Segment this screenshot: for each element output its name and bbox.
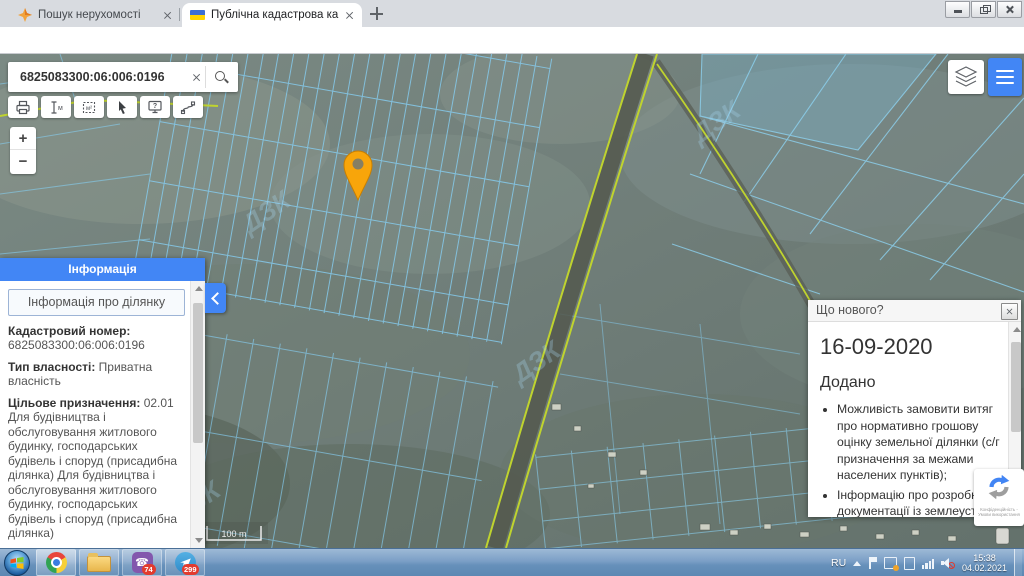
folder-icon (87, 556, 111, 572)
whats-new-subtitle: Додано (820, 374, 1004, 392)
field-ownership-type: Тип власності: Приватна власність (8, 360, 185, 389)
viber-badge: 74 (142, 564, 156, 575)
field-cadastral-number: Кадастровий номер:6825083300:06:006:0196 (8, 324, 185, 353)
help-monitor-icon: ? (147, 99, 163, 115)
measure-length-button[interactable]: м (41, 96, 71, 118)
tab-cadastral-map-active[interactable]: Публічна кадастрова карта Укр (182, 3, 362, 27)
tab2-close-icon[interactable] (345, 11, 354, 20)
parcel-info-section-button[interactable]: Інформація про ділянку (8, 289, 185, 316)
search-input[interactable] (18, 69, 190, 85)
help-tool-button[interactable]: ? (140, 96, 170, 118)
new-tab-button[interactable] (370, 7, 383, 20)
whats-new-close-button[interactable] (1001, 303, 1018, 320)
help-mark-label: ? (153, 103, 157, 110)
recaptcha-badge[interactable]: Конфіденційність - Умови використання (974, 469, 1024, 526)
browser-tab-strip: Пошук нерухомості Публічна кадастрова ка… (0, 0, 1024, 27)
window-controls (944, 1, 1022, 18)
chevron-left-icon (211, 292, 224, 305)
show-hidden-icons-icon[interactable] (853, 561, 861, 566)
taskbar-telegram-button[interactable]: 299 (165, 549, 205, 576)
clock-time: 15:38 (962, 553, 1007, 564)
tab-separator (179, 8, 180, 21)
layers-button[interactable] (948, 60, 984, 94)
restore-button[interactable] (971, 1, 996, 18)
cursor-tool-button[interactable] (107, 96, 137, 118)
panel-collapse-button[interactable] (205, 283, 226, 313)
measure-area-button[interactable]: м² (74, 96, 104, 118)
chrome-icon (46, 552, 67, 573)
language-indicator[interactable]: RU (831, 557, 846, 569)
telegram-icon: 299 (175, 552, 196, 573)
tab1-close-icon[interactable] (163, 11, 172, 20)
measure-area-icon: м² (81, 100, 97, 115)
measure-length-icon: м (48, 100, 64, 115)
search-clear-icon[interactable] (192, 73, 201, 82)
scale-bar: 100 m (202, 522, 268, 544)
viber-icon: ☎74 (132, 552, 153, 573)
info-panel-scrollbar[interactable] (190, 281, 205, 548)
close-icon (1006, 308, 1013, 315)
tab2-label: Публічна кадастрова карта Укр (211, 9, 339, 21)
scroll-thumb[interactable] (193, 303, 203, 443)
scroll-up-icon[interactable] (1013, 327, 1021, 332)
action-center-flag-icon[interactable] (868, 557, 877, 569)
taskbar-chrome-button[interactable] (36, 549, 76, 576)
scale-label: 100 m (221, 529, 246, 539)
start-button[interactable] (4, 550, 30, 576)
show-desktop-button[interactable] (1014, 549, 1022, 576)
search-icon (214, 70, 228, 84)
taskbar-viber-button[interactable]: ☎74 (122, 549, 162, 576)
map-menu-button[interactable] (988, 58, 1022, 96)
network-icon[interactable] (922, 558, 934, 569)
restore-icon (980, 7, 988, 14)
close-button[interactable] (997, 1, 1022, 18)
recaptcha-terms[interactable]: Умови використання (975, 513, 1023, 518)
taskbar-explorer-button[interactable] (79, 549, 119, 576)
windows-logo-icon (10, 557, 24, 569)
info-panel-title: Інформація (0, 258, 205, 281)
measure-unit-label: м (58, 105, 63, 112)
map-tools-row: м м² ? (8, 96, 203, 118)
whats-new-date: 16-09-2020 (820, 334, 1004, 360)
tab2-favicon-ukraine-flag-icon (190, 10, 205, 20)
whats-new-title: Що нового? (808, 300, 1021, 322)
route-tool-button[interactable] (173, 96, 203, 118)
tab1-label: Пошук нерухомості (38, 9, 157, 21)
scroll-thumb[interactable] (1011, 342, 1021, 432)
cursor-icon (114, 100, 130, 115)
system-tray: RU 15:38 04.02.2021 (831, 549, 1022, 576)
area-unit-label: м² (86, 106, 92, 112)
recaptcha-icon (984, 472, 1014, 502)
browser-toolbar: map.land.gov.ua/?cc=3016760.8450948913,6… (0, 27, 1024, 54)
tab-property-search[interactable]: Пошук нерухомості (10, 3, 180, 27)
scroll-down-icon[interactable] (195, 538, 203, 543)
print-button[interactable] (8, 96, 38, 118)
hamburger-icon (996, 70, 1014, 73)
print-icon (15, 100, 31, 115)
minimize-button[interactable] (945, 1, 970, 18)
screen: Пошук нерухомості Публічна кадастрова ка… (0, 0, 1024, 576)
search-button[interactable] (206, 62, 236, 92)
zoom-control: + − (10, 127, 36, 174)
volume-muted-icon[interactable] (941, 557, 955, 569)
route-icon (180, 100, 196, 115)
cadastral-search-box (8, 62, 238, 92)
taskbar: ☎74 299 RU 15:38 04.02.2021 (0, 548, 1024, 576)
zoom-out-button[interactable]: − (10, 150, 36, 173)
notification-icon[interactable] (884, 557, 897, 569)
zoom-in-button[interactable]: + (10, 127, 36, 150)
field-designated-purpose: Цільове призначення: 02.01 Для будівницт… (8, 396, 185, 541)
close-icon (1005, 5, 1014, 14)
info-panel-body: Інформація про ділянку Кадастровий номер… (0, 281, 190, 548)
clipboard-icon[interactable] (904, 557, 915, 570)
minimize-icon (954, 10, 962, 12)
taskbar-clock[interactable]: 15:38 04.02.2021 (962, 553, 1007, 574)
telegram-badge: 299 (182, 564, 199, 575)
tab1-favicon-star-icon (18, 8, 32, 22)
layers-icon (954, 66, 978, 88)
info-panel: Інформація Інформація про ділянку Кадаст… (0, 258, 205, 548)
clock-date: 04.02.2021 (962, 563, 1007, 574)
scroll-up-icon[interactable] (195, 286, 203, 291)
